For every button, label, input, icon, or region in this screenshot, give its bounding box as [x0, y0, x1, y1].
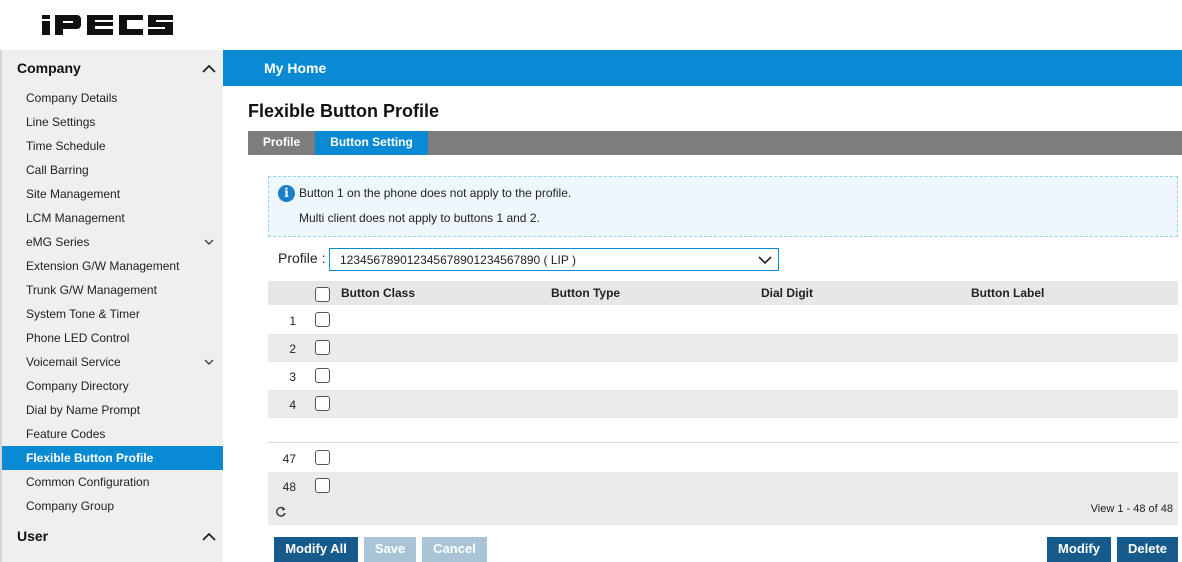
column-header[interactable]: Button Type — [551, 286, 620, 300]
cancel-button[interactable]: Cancel — [422, 537, 487, 562]
sidebar-item-line-settings[interactable]: Line Settings — [2, 110, 223, 134]
sidebar-item-label: Extension G/W Management — [26, 259, 180, 273]
row-number: 48 — [282, 480, 296, 494]
sidebar-item-label: Voicemail Service — [26, 355, 121, 369]
sidebar-section-title: User — [17, 528, 49, 544]
sidebar-item-label: Flexible Button Profile — [26, 451, 154, 465]
sidebar-item-label: System Tone & Timer — [26, 307, 140, 321]
notice-line: Multi client does not apply to buttons 1… — [299, 211, 540, 225]
table-row[interactable]: 48 — [268, 472, 1178, 500]
column-header[interactable]: Button Class — [341, 286, 415, 300]
sidebar-item-label: Phone LED Control — [26, 331, 130, 345]
sidebar-item-trunk-gw-management[interactable]: Trunk G/W Management — [2, 278, 223, 302]
sidebar-item-label: eMG Series — [26, 235, 90, 249]
modify-button[interactable]: Modify — [1047, 537, 1111, 562]
profile-select-value: 12345678901234567890123456789​0 ( LIP ) — [340, 253, 577, 267]
sidebar-item-time-schedule[interactable]: Time Schedule — [2, 134, 223, 158]
sidebar-item-company-group[interactable]: Company Group — [2, 494, 223, 518]
sidebar-item-voicemail-service[interactable]: Voicemail Service — [2, 350, 223, 374]
table-header: Button Class Button Type Dial Digit Butt… — [268, 281, 1178, 305]
row-number: 2 — [289, 342, 296, 356]
row-number: 1 — [289, 314, 296, 328]
sidebar-item-company-directory[interactable]: Company Directory — [2, 374, 223, 398]
row-checkbox[interactable] — [315, 312, 330, 327]
table-footer: View 1 - 48 of 48 — [268, 500, 1178, 525]
chevron-down-icon[interactable] — [204, 238, 214, 246]
save-button[interactable]: Save — [364, 537, 416, 562]
sidebar-item-label: Trunk G/W Management — [26, 283, 157, 297]
sidebar-item-phone-led-control[interactable]: Phone LED Control — [2, 326, 223, 350]
modify-all-button[interactable]: Modify All — [274, 537, 358, 562]
sidebar-item-dial-by-name-prompt[interactable]: Dial by Name Prompt — [2, 398, 223, 422]
chevron-up-icon[interactable] — [202, 532, 216, 542]
table-row[interactable]: 3 — [268, 362, 1178, 390]
info-icon: i — [278, 185, 295, 202]
row-number: 4 — [289, 398, 296, 412]
sidebar-item-label: Common Configuration — [26, 475, 150, 489]
sidebar-item-label: Dial by Name Prompt — [26, 403, 141, 417]
sidebar-item-label: Line Settings — [26, 115, 96, 129]
sidebar-item-call-barring[interactable]: Call Barring — [2, 158, 223, 182]
delete-button[interactable]: Delete — [1117, 537, 1178, 562]
chevron-down-icon[interactable] — [758, 255, 772, 265]
chevron-up-icon[interactable] — [202, 64, 216, 74]
tab-profile[interactable]: Profile — [248, 131, 315, 155]
sidebar-item-flexible-button-profile[interactable]: Flexible Button Profile — [2, 446, 223, 470]
row-checkbox[interactable] — [315, 368, 330, 383]
sidebar-section-company[interactable]: Company — [2, 50, 223, 86]
sidebar-item-label: Time Schedule — [26, 139, 106, 153]
sidebar-item-lcm-management[interactable]: LCM Management — [2, 206, 223, 230]
row-number: 47 — [282, 452, 296, 466]
sidebar-item-label: Company Details — [26, 91, 118, 105]
sidebar-item-common-configuration[interactable]: Common Configuration — [2, 470, 223, 494]
sidebar-item-system-tone-timer[interactable]: System Tone & Timer — [2, 302, 223, 326]
row-number: 3 — [289, 370, 296, 384]
page-title: Flexible Button Profile — [248, 101, 440, 121]
sidebar-item-label: LCM Management — [26, 211, 125, 225]
table-row[interactable]: 47 — [268, 444, 1178, 472]
top-header — [0, 0, 1182, 50]
sidebar: Company Company Details Line Settings Ti… — [0, 50, 223, 562]
sidebar-item-label: Call Barring — [26, 163, 89, 177]
row-checkbox[interactable] — [315, 450, 330, 465]
profile-label: Profile : — [278, 250, 326, 266]
home-title[interactable]: My Home — [264, 60, 326, 76]
select-all-checkbox[interactable] — [315, 287, 330, 302]
row-divider — [268, 442, 1178, 443]
refresh-icon[interactable] — [275, 506, 287, 518]
tab-bar: Profile Button Setting — [248, 131, 1182, 155]
sidebar-item-extension-gw-management[interactable]: Extension G/W Management — [2, 254, 223, 278]
sidebar-item-label: Company Directory — [26, 379, 129, 393]
sidebar-item-feature-codes[interactable]: Feature Codes — [2, 422, 223, 446]
info-notice: i Button 1 on the phone does not apply t… — [268, 176, 1178, 237]
column-header[interactable]: Dial Digit — [761, 286, 813, 300]
sidebar-item-label: Company Group — [26, 499, 115, 513]
row-checkbox[interactable] — [315, 340, 330, 355]
notice-line: Button 1 on the phone does not apply to … — [299, 186, 572, 200]
table-row[interactable]: 2 — [268, 334, 1178, 362]
table-row[interactable]: 4 — [268, 390, 1178, 418]
sidebar-item-site-management[interactable]: Site Management — [2, 182, 223, 206]
ipecs-logo[interactable] — [42, 13, 173, 35]
sidebar-item-label: Site Management — [26, 187, 121, 201]
profile-select[interactable]: 12345678901234567890123456789​0 ( LIP ) — [329, 248, 779, 271]
sidebar-item-label: Feature Codes — [26, 427, 106, 441]
sidebar-section-user[interactable]: User — [2, 518, 223, 554]
row-checkbox[interactable] — [315, 396, 330, 411]
home-bar: My Home — [223, 50, 1182, 86]
tab-button-setting[interactable]: Button Setting — [315, 131, 428, 155]
sidebar-item-company-details[interactable]: Company Details — [2, 86, 223, 110]
pager-info: View 1 - 48 of 48 — [1090, 503, 1173, 515]
row-checkbox[interactable] — [315, 478, 330, 493]
sidebar-item-emg-series[interactable]: eMG Series — [2, 230, 223, 254]
sidebar-section-title: Company — [17, 60, 81, 76]
table-row[interactable]: 1 — [268, 306, 1178, 334]
chevron-down-icon[interactable] — [204, 358, 214, 366]
column-header[interactable]: Button Label — [971, 286, 1044, 300]
